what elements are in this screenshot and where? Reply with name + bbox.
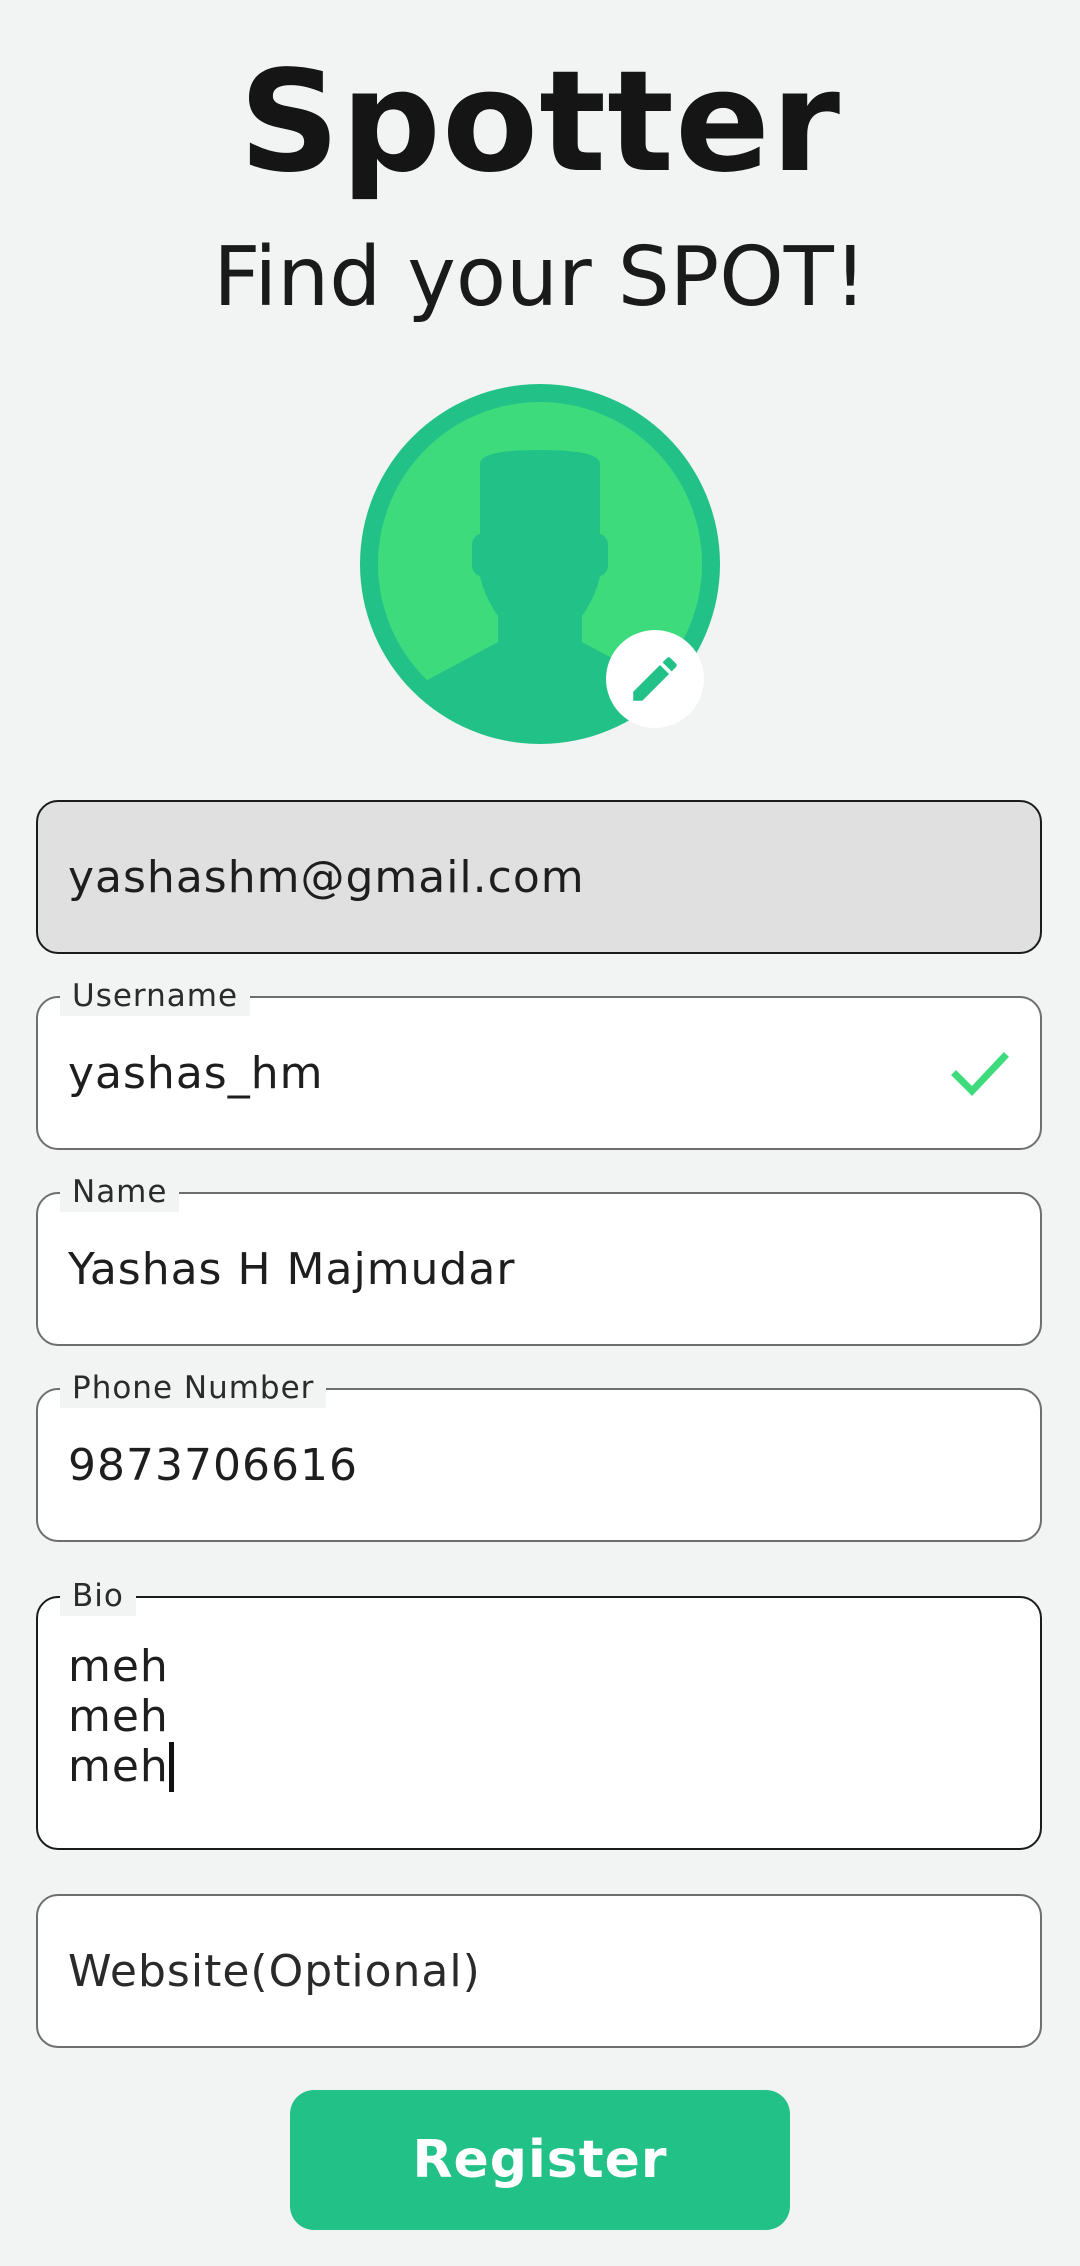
bio-line: meh — [68, 1741, 169, 1792]
bio-label: Bio — [60, 1576, 136, 1616]
bio-line: meh — [68, 1691, 169, 1742]
email-value: yashashm@gmail.com — [68, 851, 585, 903]
bio-field[interactable]: Bio meh meh meh — [36, 1576, 1042, 1850]
bio-text: meh meh meh — [68, 1642, 174, 1792]
bio-line: meh — [68, 1641, 169, 1692]
phone-value: 9873706616 — [68, 1439, 358, 1491]
profile-avatar[interactable] — [360, 384, 720, 744]
name-value: Yashas H Majmudar — [68, 1243, 516, 1295]
email-field: yashashm@gmail.com — [36, 800, 1042, 954]
name-field[interactable]: Name Yashas H Majmudar — [36, 1172, 1042, 1346]
text-cursor — [168, 1742, 174, 1792]
check-icon — [951, 1052, 1009, 1097]
app-title: Spotter — [238, 41, 842, 204]
app-tagline: Find your SPOT! — [213, 230, 867, 325]
pencil-icon — [633, 657, 677, 701]
edit-avatar-button[interactable] — [606, 630, 704, 728]
phone-field[interactable]: Phone Number 9873706616 — [36, 1368, 1042, 1542]
website-placeholder: Website(Optional) — [68, 1945, 481, 1997]
username-field[interactable]: Username yashas_hm — [36, 976, 1042, 1150]
username-value: yashas_hm — [68, 1047, 324, 1099]
website-field[interactable]: Website(Optional) — [36, 1894, 1042, 2048]
register-button[interactable]: Register — [290, 2090, 790, 2230]
